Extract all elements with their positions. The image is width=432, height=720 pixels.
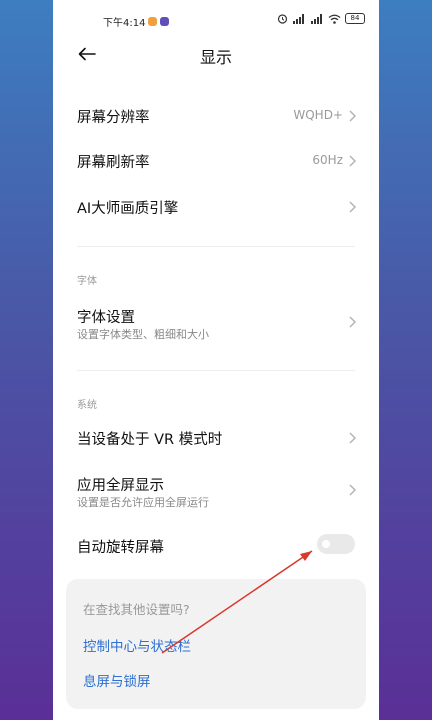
section-label-font: 字体: [77, 276, 97, 287]
notification-badge-icon: [148, 17, 158, 26]
chevron-right-icon: [349, 316, 357, 328]
signal-icon: [293, 13, 304, 24]
suggestion-card: 在查找其他设置吗? 控制中心与状态栏 息屏与锁屏: [66, 579, 366, 709]
status-left: 下午4:14: [103, 14, 170, 29]
page-header: 显示: [53, 36, 379, 72]
battery-icon: 84: [345, 13, 365, 24]
setting-row-auto-rotate: 自动旋转屏幕: [53, 528, 379, 564]
setting-row-refresh-rate[interactable]: 屏幕刷新率 60Hz: [53, 142, 379, 182]
link-lock-screen[interactable]: 息屏与锁屏: [83, 670, 151, 690]
row-value: WQHD+: [293, 108, 343, 122]
setting-row-vr-mode[interactable]: 当设备处于 VR 模式时: [53, 420, 379, 456]
chevron-right-icon: [349, 201, 357, 213]
status-time: 下午4:14: [103, 18, 146, 29]
row-title: 当设备处于 VR 模式时: [77, 432, 223, 448]
row-title: 屏幕分辨率: [77, 110, 150, 126]
status-right: 84: [277, 13, 365, 24]
chevron-right-icon: [349, 432, 357, 444]
row-title: AI大师画质引擎: [77, 201, 179, 217]
row-value: 60Hz: [312, 153, 343, 167]
setting-row-fullscreen-apps[interactable]: 应用全屏显示 设置是否允许应用全屏运行: [53, 468, 379, 514]
toggle-knob: [322, 540, 330, 548]
chevron-right-icon: [349, 155, 357, 167]
auto-rotate-toggle[interactable]: [317, 534, 355, 554]
setting-row-ai-engine[interactable]: AI大师画质引擎: [53, 188, 379, 228]
alarm-icon: [277, 14, 288, 24]
signal-icon-2: [311, 13, 322, 24]
chevron-right-icon: [349, 484, 357, 496]
setting-row-resolution[interactable]: 屏幕分辨率 WQHD+: [53, 96, 379, 136]
suggestion-card-title: 在查找其他设置吗?: [83, 602, 190, 617]
app-notification-icon: [160, 17, 170, 26]
page-title: 显示: [199, 48, 232, 67]
row-title: 自动旋转屏幕: [77, 540, 164, 556]
row-subtitle: 设置字体类型、粗细和大小: [77, 328, 209, 341]
setting-row-font[interactable]: 字体设置 设置字体类型、粗细和大小: [53, 300, 379, 346]
row-subtitle: 设置是否允许应用全屏运行: [77, 496, 209, 509]
row-title: 屏幕刷新率: [77, 155, 150, 171]
row-title: 应用全屏显示: [77, 478, 164, 494]
chevron-right-icon: [349, 110, 357, 122]
status-bar: 下午4:14 84: [53, 0, 379, 40]
section-divider: [77, 370, 355, 371]
section-label-system: 系统: [77, 400, 97, 411]
row-title: 字体设置: [77, 310, 135, 326]
settings-screen: 下午4:14 84 显示 屏幕分辨率 WQHD+ 屏幕刷新率 60Hz AI大师…: [53, 0, 379, 720]
wifi-icon: [328, 14, 341, 24]
section-divider: [77, 246, 355, 247]
link-control-center[interactable]: 控制中心与状态栏: [83, 635, 191, 655]
